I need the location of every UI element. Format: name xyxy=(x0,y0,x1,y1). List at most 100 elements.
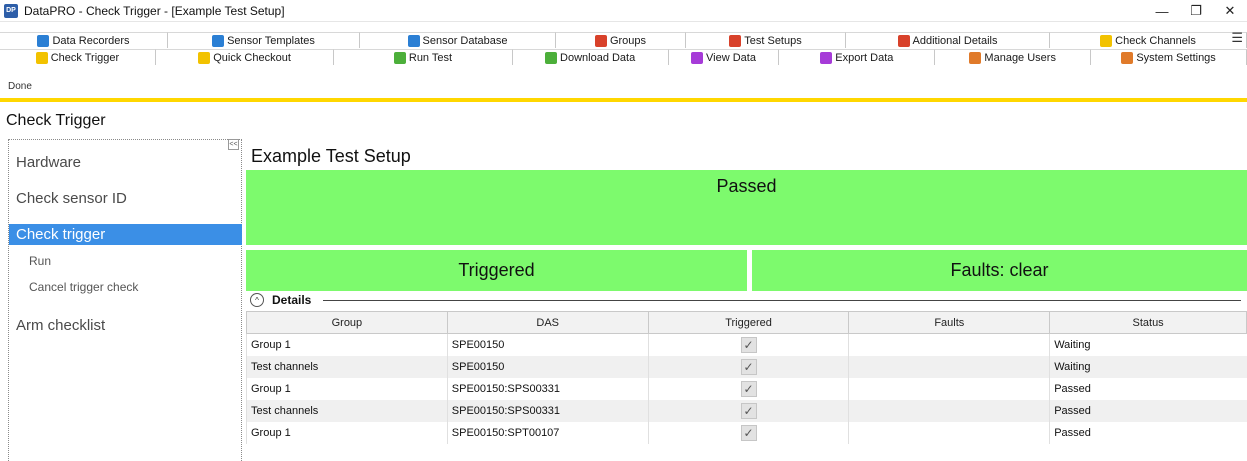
run-test-icon xyxy=(393,51,406,64)
sidebar-item-check-sensor-id[interactable]: Check sensor ID xyxy=(16,190,127,207)
cell-faults xyxy=(848,377,1050,400)
table-row[interactable]: Group 1 SPE00150:SPS00331 ✓ Passed xyxy=(246,377,1247,400)
sidebar-subitem-cancel-trigger-check[interactable]: Cancel trigger check xyxy=(29,280,138,294)
page-title: Check Trigger xyxy=(6,112,106,129)
collapse-details-icon[interactable]: ^ xyxy=(250,293,264,307)
cell-faults xyxy=(848,399,1050,422)
tab-label: Data Recorders xyxy=(52,34,130,47)
tab-run-test[interactable]: Run Test xyxy=(334,49,513,65)
check-trigger-icon xyxy=(35,51,48,64)
trigger-status-banner: Triggered xyxy=(246,250,747,291)
section-divider xyxy=(0,98,1247,102)
details-divider xyxy=(323,299,1241,301)
table-row[interactable]: Group 1 SPE00150:SPT00107 ✓ Passed xyxy=(246,421,1247,444)
cell-das: SPE00150:SPS00331 xyxy=(446,399,649,422)
tab-quick-checkout[interactable]: Quick Checkout xyxy=(155,49,335,65)
triggered-checkbox: ✓ xyxy=(740,358,757,375)
tab-additional-details[interactable]: Additional Details xyxy=(846,32,1050,48)
tab-label: System Settings xyxy=(1136,51,1216,64)
window-controls: — ❐ ✕ xyxy=(1145,0,1247,22)
tab-sensor-database[interactable]: Sensor Database xyxy=(360,32,556,48)
triggered-checkbox: ✓ xyxy=(740,380,757,397)
sidebar-item-label: Check trigger xyxy=(16,226,106,243)
faults-status-banner: Faults: clear xyxy=(752,250,1247,291)
column-header-status[interactable]: Status xyxy=(1049,311,1247,334)
tab-test-setups[interactable]: Test Setups xyxy=(686,32,846,48)
sidebar xyxy=(8,139,242,461)
cell-das: SPE00150 xyxy=(446,333,649,356)
sidebar-item-check-trigger[interactable]: Check trigger xyxy=(9,224,242,245)
tab-download-data[interactable]: Download Data xyxy=(512,49,669,65)
sidebar-item-arm-checklist[interactable]: Arm checklist xyxy=(16,317,105,334)
app-logo-icon: DP xyxy=(4,3,18,18)
minimize-button[interactable]: — xyxy=(1145,0,1179,22)
cell-status: Waiting xyxy=(1049,355,1247,378)
cell-faults xyxy=(848,355,1050,378)
table-row[interactable]: Group 1 SPE00150 ✓ Waiting xyxy=(246,333,1247,356)
test-setups-icon xyxy=(729,34,742,47)
restore-button[interactable]: ❐ xyxy=(1179,0,1213,22)
column-header-das[interactable]: DAS xyxy=(446,311,649,334)
tab-export-data[interactable]: Export Data xyxy=(779,49,936,65)
tab-label: Sensor Database xyxy=(422,34,508,47)
column-header-triggered[interactable]: Triggered xyxy=(647,311,850,334)
table-body: Group 1 SPE00150 ✓ Waiting Test channels SPE0… xyxy=(246,333,1247,444)
collapse-sidebar-icon[interactable]: << xyxy=(228,139,239,150)
cell-triggered: ✓ xyxy=(647,377,849,400)
tab-label: View Data xyxy=(706,51,756,64)
users-icon xyxy=(969,51,982,64)
tab-label: Export Data xyxy=(835,51,894,64)
tab-sensor-templates[interactable]: Sensor Templates xyxy=(168,32,360,48)
database-icon xyxy=(407,34,420,47)
cell-das: SPE00150:SPS00331 xyxy=(446,377,649,400)
tab-label: Groups xyxy=(609,34,647,47)
table-row[interactable]: Test channels SPE00150:SPS00331 ✓ Passed xyxy=(246,399,1247,422)
view-data-icon xyxy=(691,51,703,64)
column-header-group[interactable]: Group xyxy=(246,311,448,334)
tab-label: Run Test xyxy=(408,51,453,64)
tab-system-settings[interactable]: System Settings xyxy=(1091,49,1247,65)
tab-check-trigger[interactable]: Check Trigger xyxy=(0,49,156,65)
tab-label: Quick Checkout xyxy=(213,51,291,64)
settings-icon xyxy=(1121,51,1134,64)
export-icon xyxy=(820,51,833,64)
tab-data-recorders[interactable]: Data Recorders xyxy=(0,32,168,48)
tab-row-primary: Data Recorders Sensor Templates Sensor Dat… xyxy=(0,32,1247,48)
tab-menu-icon[interactable]: ☰ xyxy=(1231,30,1243,46)
cell-status: Waiting xyxy=(1049,333,1247,356)
tab-groups[interactable]: Groups xyxy=(556,32,686,48)
details-header: ^ Details xyxy=(250,292,1247,308)
table-row[interactable]: Test channels SPE00150 ✓ Waiting xyxy=(246,355,1247,378)
tab-manage-users[interactable]: Manage Users xyxy=(935,49,1092,65)
cell-group: Group 1 xyxy=(246,333,448,356)
status-text: Done xyxy=(8,81,32,92)
sidebar-subitem-run[interactable]: Run xyxy=(29,254,51,268)
recorder-icon xyxy=(37,34,50,47)
column-header-faults[interactable]: Faults xyxy=(848,311,1051,334)
window-title: DataPRO - Check Trigger - [Example Test … xyxy=(24,3,285,18)
tab-row-secondary: Check Trigger Quick Checkout Run Test Downl… xyxy=(0,49,1247,65)
cell-faults xyxy=(848,333,1050,356)
trigger-results-table: Group DAS Triggered Faults Status Group … xyxy=(246,311,1247,444)
triggered-checkbox: ✓ xyxy=(740,424,757,441)
cell-triggered: ✓ xyxy=(647,421,849,444)
tab-check-channels[interactable]: Check Channels xyxy=(1050,32,1247,48)
tab-view-data[interactable]: View Data xyxy=(668,49,780,65)
tab-label: Check Channels xyxy=(1115,34,1196,47)
tab-label: Sensor Templates xyxy=(227,34,315,47)
triggered-checkbox: ✓ xyxy=(740,402,757,419)
details-label: Details xyxy=(272,293,312,307)
title-bar: DP DataPRO - Check Trigger - [Example Te… xyxy=(0,0,1247,22)
table-header-row: Group DAS Triggered Faults Status xyxy=(246,311,1247,334)
quick-checkout-icon xyxy=(198,51,211,64)
cell-group: Group 1 xyxy=(246,377,448,400)
close-button[interactable]: ✕ xyxy=(1213,0,1247,22)
cell-triggered: ✓ xyxy=(647,355,849,378)
overall-status-banner: Passed xyxy=(246,170,1247,245)
sidebar-item-hardware[interactable]: Hardware xyxy=(16,154,81,171)
cell-status: Passed xyxy=(1049,421,1247,444)
template-icon xyxy=(212,34,225,47)
cell-status: Passed xyxy=(1049,399,1247,422)
cell-das: SPE00150 xyxy=(446,355,649,378)
download-icon xyxy=(545,51,558,64)
